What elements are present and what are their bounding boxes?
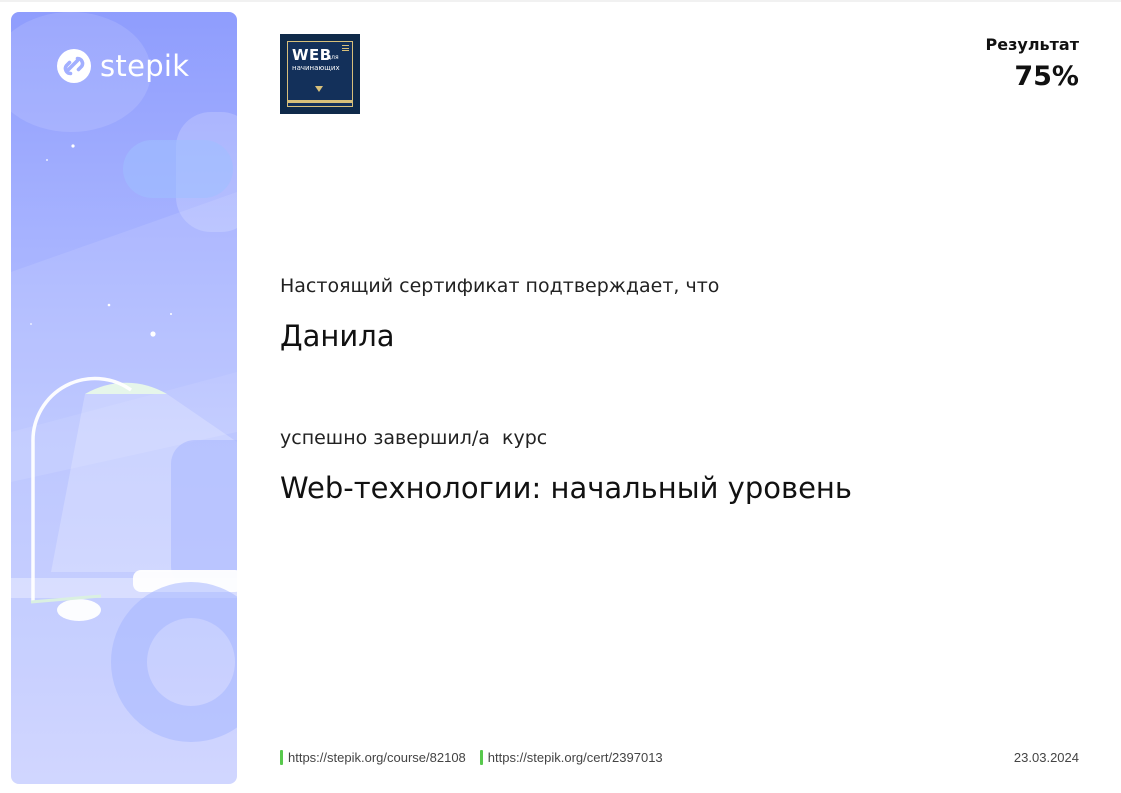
decorative-side-panel: stepik <box>11 12 237 784</box>
result-block: Результат 75% <box>986 35 1079 95</box>
certificate-confirm-text: Настоящий сертификат подтверждает, что <box>280 275 720 297</box>
course-logo-subtitle: начинающих <box>292 64 340 72</box>
result-value: 75% <box>1014 61 1079 92</box>
course-link[interactable]: https://stepik.org/course/82108 <box>280 750 466 765</box>
menu-icon <box>342 45 349 51</box>
issue-date: 23.03.2024 <box>1013 750 1079 765</box>
certificate-link[interactable]: https://stepik.org/cert/2397013 <box>479 750 663 765</box>
course-logo-image: WEB для начинающих <box>280 34 360 114</box>
student-name: Данила <box>280 319 395 353</box>
link-marker-icon <box>479 750 483 765</box>
triangle-down-icon <box>315 86 323 92</box>
decorative-illustration <box>11 12 237 784</box>
course-name: Web-технологии: начальный уровень <box>280 471 852 505</box>
stepik-brand-name: stepik <box>100 48 190 83</box>
course-logo-title: WEB <box>292 46 332 64</box>
course-completed-text: успешно завершил/а курс <box>280 427 548 449</box>
certificate-page: stepik WEB для начинающих Результат 75% … <box>0 0 1121 793</box>
stepik-logo-icon <box>57 49 91 83</box>
footer-links: https://stepik.org/course/82108 https://… <box>280 750 663 765</box>
course-logo-title-small: для <box>327 54 339 61</box>
link-marker-icon <box>280 750 283 765</box>
course-logo-bar <box>287 100 353 103</box>
stepik-brand: stepik <box>56 48 189 84</box>
course-link-text: https://stepik.org/course/82108 <box>288 750 466 765</box>
certificate-link-text: https://stepik.org/cert/2397013 <box>487 750 663 765</box>
result-label: Результат <box>985 35 1079 54</box>
